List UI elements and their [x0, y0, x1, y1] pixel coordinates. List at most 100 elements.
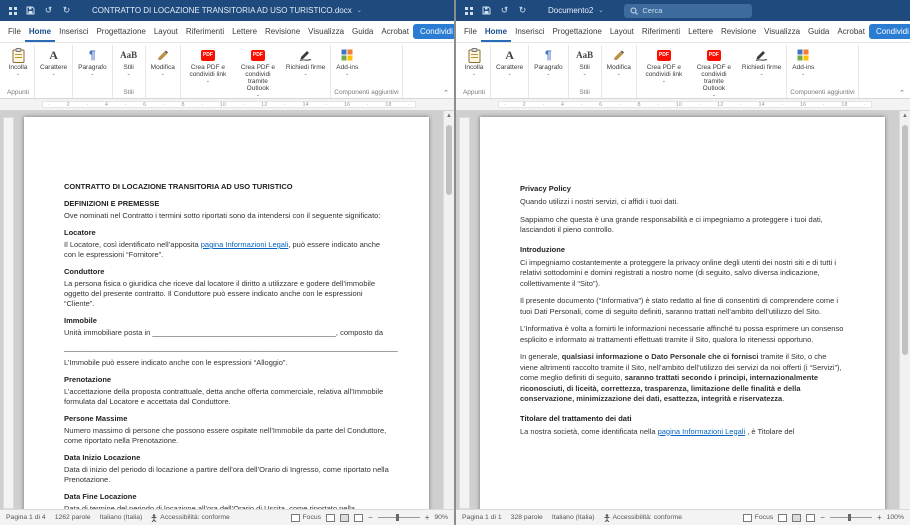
- undo-icon[interactable]: ↺: [42, 5, 55, 16]
- app-menu-icon[interactable]: [6, 6, 19, 15]
- zoom-in-icon[interactable]: +: [425, 513, 430, 522]
- legal-page-link[interactable]: pagina Informazioni Legali: [201, 240, 289, 249]
- scroll-thumb[interactable]: [446, 125, 452, 195]
- page-indicator[interactable]: Pagina 1 di 4: [6, 514, 46, 521]
- tab-file[interactable]: File: [460, 21, 481, 42]
- tab-guida[interactable]: Guida: [804, 21, 833, 42]
- share-button[interactable]: Condividi▼: [412, 24, 454, 39]
- save-icon[interactable]: [480, 6, 493, 15]
- tab-progettazione[interactable]: Progettazione: [548, 21, 605, 42]
- tab-progettazione[interactable]: Progettazione: [92, 21, 149, 42]
- vertical-ruler-right[interactable]: [459, 117, 470, 509]
- tab-lettere[interactable]: Lettere: [228, 21, 261, 42]
- word-count[interactable]: 328 parole: [511, 514, 543, 521]
- carattere-button[interactable]: A Carattere ⌄: [494, 45, 525, 87]
- tab-layout[interactable]: Layout: [150, 21, 182, 42]
- vertical-scrollbar[interactable]: ▲: [899, 111, 910, 509]
- print-layout-icon[interactable]: [340, 513, 350, 522]
- incolla-button[interactable]: Incolla ⌄: [461, 45, 487, 87]
- document-canvas-left: CONTRATTO DI LOCAZIONE TRANSITORIA AD US…: [0, 111, 454, 509]
- zoom-slider-thumb[interactable]: [395, 514, 399, 521]
- carattere-button[interactable]: A Carattere ⌄: [38, 45, 69, 87]
- document-page[interactable]: CONTRATTO DI LOCAZIONE TRANSITORIA AD US…: [24, 117, 429, 509]
- tab-layout[interactable]: Layout: [606, 21, 638, 42]
- title-chevron-icon[interactable]: ⌄: [598, 7, 603, 14]
- search-input[interactable]: Cerca: [624, 3, 753, 18]
- vertical-ruler-left[interactable]: [3, 117, 14, 509]
- modifica-button[interactable]: Modifica ⌄: [149, 45, 177, 87]
- language-indicator[interactable]: Italiano (Italia): [100, 514, 143, 521]
- paragrafo-button[interactable]: ¶ Paragrafo ⌄: [532, 45, 565, 87]
- accessibility-status[interactable]: Accessibilità: conforme: [151, 513, 230, 522]
- word-count[interactable]: 1262 parole: [55, 514, 91, 521]
- tab-acrobat[interactable]: Acrobat: [833, 21, 869, 42]
- richiedi-firme-button[interactable]: Richiedi firme ⌄: [740, 45, 783, 98]
- redo-icon[interactable]: ↻: [516, 5, 529, 16]
- crea-pdf-e-condividi-tramite-outlook-button[interactable]: PDF Crea PDF e condividi tramite Outlook ⌄: [690, 45, 738, 98]
- tab-file[interactable]: File: [4, 21, 25, 42]
- scroll-up-icon[interactable]: ▲: [444, 111, 454, 122]
- tab-revisione[interactable]: Revisione: [261, 21, 304, 42]
- zoom-slider[interactable]: [377, 514, 420, 521]
- paragrafo-button[interactable]: ¶ Paragrafo ⌄: [76, 45, 109, 87]
- accessibility-status[interactable]: Accessibilità: conforme: [604, 513, 682, 522]
- tab-riferimenti[interactable]: Riferimenti: [182, 21, 228, 42]
- undo-icon[interactable]: ↺: [498, 5, 511, 16]
- scroll-up-icon[interactable]: ▲: [900, 111, 910, 122]
- horizontal-ruler-right[interactable]: · 2 · 4 · 6 · 8 · 10 · 12 · 14 · 16 · 18 ·: [456, 99, 910, 111]
- collapse-ribbon-icon[interactable]: ⌃: [443, 89, 449, 97]
- zoom-percentage[interactable]: 100%: [887, 514, 904, 521]
- save-icon[interactable]: [24, 6, 37, 15]
- collapse-ribbon-icon[interactable]: ⌃: [899, 89, 905, 97]
- tab-acrobat[interactable]: Acrobat: [377, 21, 413, 42]
- redo-icon[interactable]: ↻: [60, 5, 73, 16]
- tab-home[interactable]: Home: [481, 21, 511, 42]
- doc-paragraph: L’Immobile può essere indicato anche con…: [64, 358, 288, 367]
- tab-lettere[interactable]: Lettere: [684, 21, 717, 42]
- tab-inserisci[interactable]: Inserisci: [511, 21, 548, 42]
- zoom-slider[interactable]: [829, 514, 872, 521]
- web-layout-icon[interactable]: [354, 513, 364, 522]
- legal-page-link[interactable]: pagina Informazioni Legali: [658, 427, 746, 436]
- incolla-button[interactable]: Incolla ⌄: [5, 45, 31, 87]
- modifica-button[interactable]: Modifica ⌄: [605, 45, 633, 87]
- zoom-in-icon[interactable]: +: [877, 513, 882, 522]
- zoom-out-icon[interactable]: −: [820, 513, 825, 522]
- crea-pdf-e-condividi-link-button[interactable]: PDF Crea PDF e condividi link ⌄: [184, 45, 232, 98]
- add-ins-button[interactable]: Add-ins ⌄: [334, 45, 360, 87]
- horizontal-ruler-left[interactable]: · 2 · 4 · 6 · 8 · 10 · 12 · 14 · 16 · 18 ·: [0, 99, 454, 111]
- ribbon-group: PDF Crea PDF e condividi link ⌄ PDF Crea PDF…: [181, 45, 332, 107]
- app-menu-icon[interactable]: [462, 6, 475, 15]
- document-page[interactable]: Privacy Policy Quando utilizzi i nostri s…: [480, 117, 885, 509]
- tab-home[interactable]: Home: [25, 21, 55, 42]
- richiedi-firme-button[interactable]: Richiedi firme ⌄: [284, 45, 327, 98]
- zoom-out-icon[interactable]: −: [368, 513, 373, 522]
- web-layout-icon[interactable]: [806, 513, 816, 522]
- language-indicator[interactable]: Italiano (Italia): [552, 514, 595, 521]
- vertical-scrollbar[interactable]: ▲: [443, 111, 454, 509]
- print-layout-icon[interactable]: [792, 513, 802, 522]
- zoom-slider-thumb[interactable]: [847, 514, 851, 521]
- crea-pdf-e-condividi-tramite-outlook-button[interactable]: PDF Crea PDF e condividi tramite Outlook ⌄: [234, 45, 282, 98]
- scroll-thumb[interactable]: [902, 125, 908, 355]
- word-window-left: ↺ ↻ CONTRATTO DI LOCAZIONE TRANSITORIA A…: [0, 0, 454, 525]
- zoom-percentage[interactable]: 90%: [434, 514, 448, 521]
- title-chevron-icon[interactable]: ⌄: [357, 7, 362, 14]
- crea-pdf-e-condividi-link-button[interactable]: PDF Crea PDF e condividi link ⌄: [640, 45, 688, 98]
- tab-revisione[interactable]: Revisione: [717, 21, 760, 42]
- tab-visualizza[interactable]: Visualizza: [304, 21, 348, 42]
- focus-button[interactable]: Focus: [742, 513, 773, 522]
- tab-riferimenti[interactable]: Riferimenti: [638, 21, 684, 42]
- chevron-down-icon: ⌄: [345, 71, 350, 77]
- tab-guida[interactable]: Guida: [348, 21, 377, 42]
- stili-button[interactable]: AaB Stili ⌄: [572, 45, 598, 87]
- tab-inserisci[interactable]: Inserisci: [55, 21, 92, 42]
- read-mode-icon[interactable]: [326, 513, 336, 522]
- stili-button[interactable]: AaB Stili ⌄: [116, 45, 142, 87]
- focus-button[interactable]: Focus: [290, 513, 321, 522]
- read-mode-icon[interactable]: [778, 513, 788, 522]
- tab-visualizza[interactable]: Visualizza: [760, 21, 804, 42]
- share-button[interactable]: Condividi▼: [868, 24, 910, 39]
- page-indicator[interactable]: Pagina 1 di 1: [462, 514, 502, 521]
- add-ins-button[interactable]: Add-ins ⌄: [790, 45, 816, 87]
